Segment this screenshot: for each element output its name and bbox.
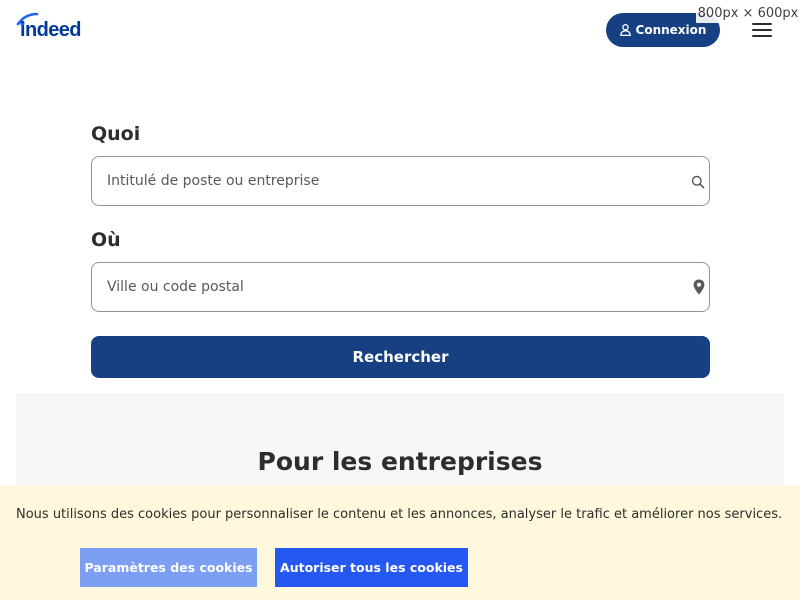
- cookie-settings-label: Paramètres des cookies: [84, 560, 253, 575]
- user-icon: [619, 24, 631, 36]
- hamburger-menu-icon[interactable]: [752, 21, 772, 37]
- indeed-logo[interactable]: indeed: [16, 11, 96, 41]
- what-input[interactable]: [107, 157, 677, 205]
- cookie-settings-button[interactable]: Paramètres des cookies: [80, 548, 257, 587]
- search-button[interactable]: Rechercher: [91, 336, 710, 378]
- site-header: indeed Connexion 800px × 600px: [0, 0, 800, 60]
- location-pin-icon: [693, 279, 705, 295]
- svg-text:indeed: indeed: [20, 19, 81, 41]
- cookie-banner: Nous utilisons des cookies pour personna…: [0, 485, 800, 600]
- where-label: Où: [91, 229, 121, 251]
- what-label: Quoi: [91, 123, 141, 145]
- employers-title: Pour les entreprises: [257, 447, 543, 476]
- search-button-label: Rechercher: [352, 348, 449, 366]
- login-label: Connexion: [635, 23, 707, 37]
- cookie-message: Nous utilisons des cookies pour personna…: [16, 507, 783, 522]
- where-input[interactable]: [107, 263, 677, 311]
- accept-cookies-button[interactable]: Autoriser tous les cookies: [275, 548, 468, 587]
- viewport-size-label: 800px × 600px: [696, 3, 800, 23]
- accept-cookies-label: Autoriser tous les cookies: [280, 560, 463, 575]
- search-icon: [691, 175, 705, 189]
- what-field[interactable]: [91, 156, 710, 206]
- where-field[interactable]: [91, 262, 710, 312]
